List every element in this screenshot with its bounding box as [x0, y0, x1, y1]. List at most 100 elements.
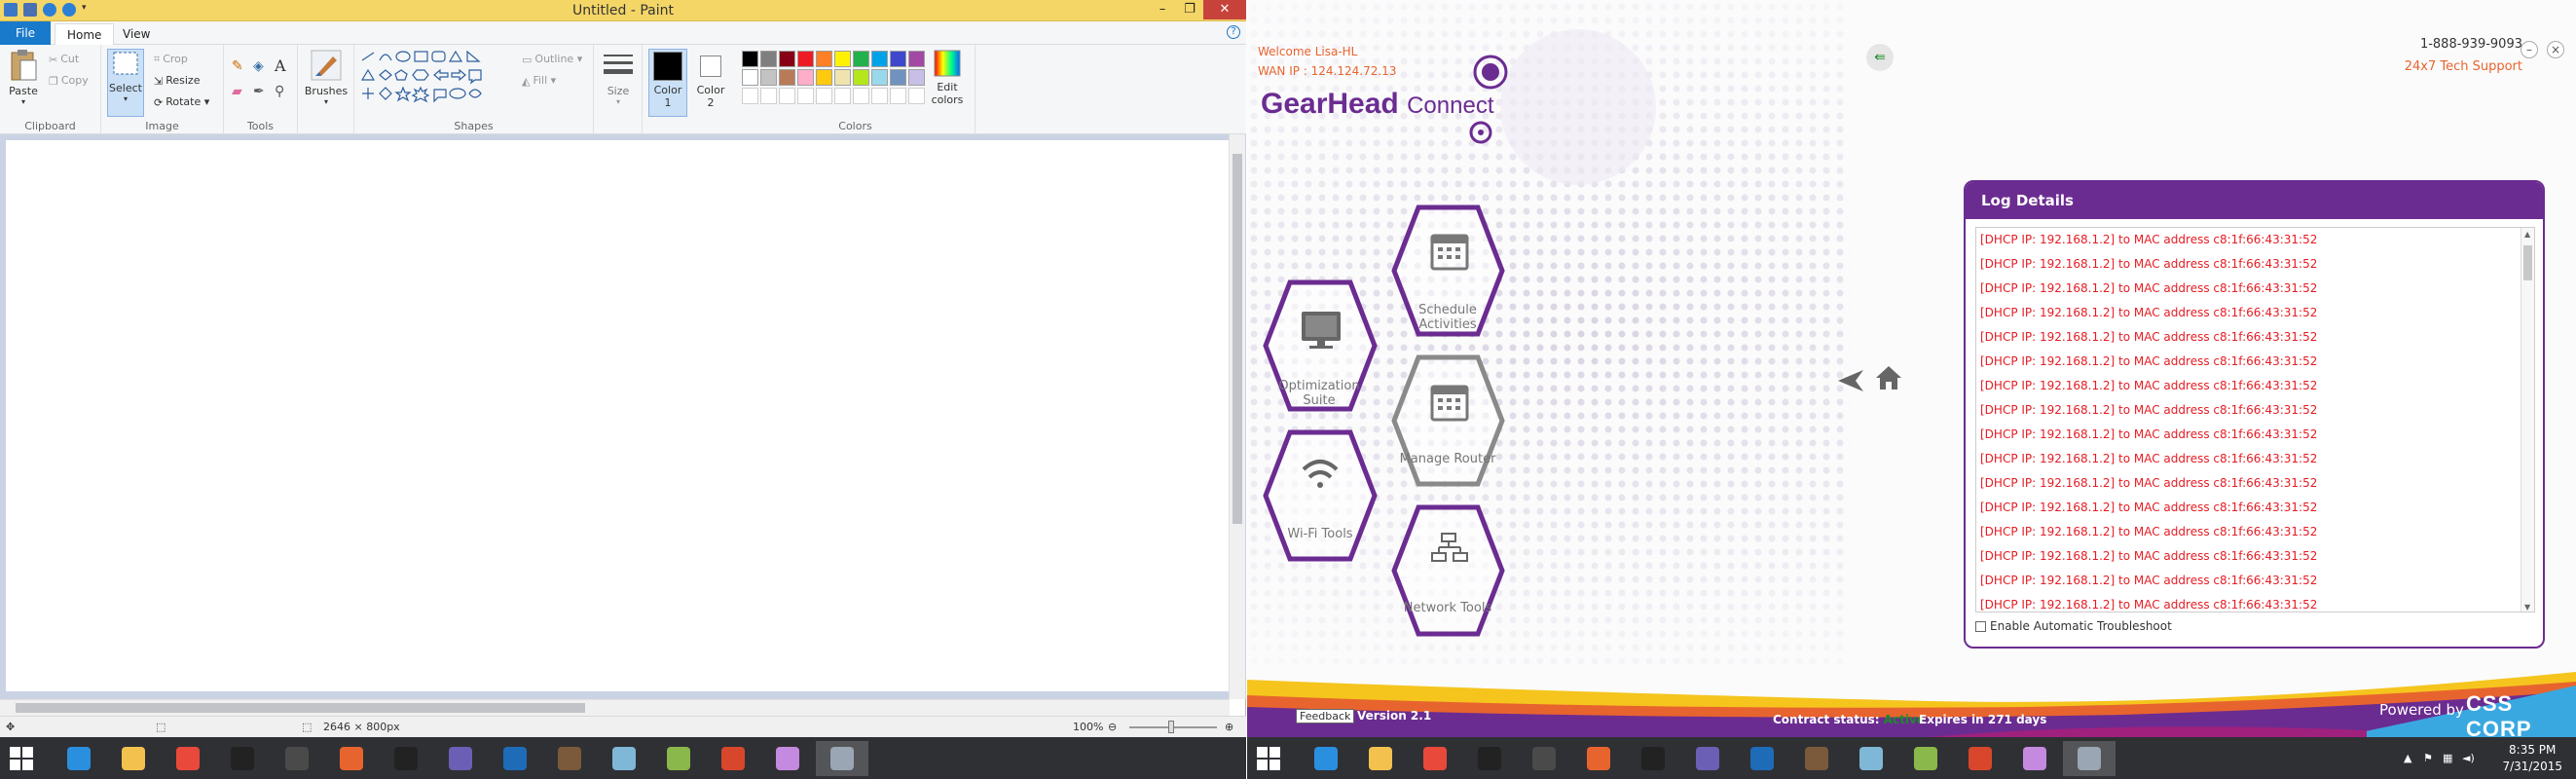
magnifier-icon[interactable]: ⚲ [275, 84, 284, 99]
palette-swatch[interactable] [871, 51, 888, 67]
taskbar-notes-button[interactable] [598, 741, 650, 776]
palette-swatch[interactable] [797, 69, 814, 86]
zoom-slider-knob[interactable] [1168, 721, 1174, 733]
outline-button[interactable]: ▭ Outline ▾ [522, 53, 582, 66]
palette-swatch[interactable] [834, 69, 851, 86]
gh-minimize-button[interactable]: – [2521, 41, 2538, 58]
palette-swatch[interactable] [742, 51, 758, 67]
palette-swatch[interactable] [760, 51, 777, 67]
color1-button[interactable]: Color 1 [648, 49, 687, 117]
vertical-scrollbar[interactable] [1229, 134, 1245, 699]
help-icon[interactable]: ? [1227, 25, 1240, 39]
palette-swatch[interactable] [853, 69, 869, 86]
taskbar-command-prompt-button[interactable] [1627, 741, 1679, 776]
cut-button[interactable]: ✂ Cut [49, 53, 79, 66]
palette-swatch[interactable] [890, 51, 906, 67]
palette-swatch[interactable] [853, 51, 869, 67]
custom-color-slot[interactable] [760, 88, 777, 104]
taskbar-lync-button[interactable] [489, 741, 541, 776]
scroll-up-icon[interactable]: ▲ [2524, 230, 2530, 239]
taskbar-notes-button[interactable] [1845, 741, 1897, 776]
taskbar-office-tool-button[interactable] [707, 741, 759, 776]
taskbar-office-tool-button[interactable] [1954, 741, 2006, 776]
custom-color-slot[interactable] [742, 88, 758, 104]
tab-view[interactable]: View [111, 23, 162, 45]
tray-overflow-icon[interactable]: ▲ [2404, 752, 2411, 764]
back-arrow-icon[interactable] [1836, 368, 1865, 393]
size-button[interactable]: Size ▾ [600, 49, 637, 106]
custom-color-slot[interactable] [779, 88, 795, 104]
gh-close-button[interactable]: × [2547, 41, 2564, 58]
custom-color-slot[interactable] [816, 88, 832, 104]
taskbar-paint-button[interactable] [1899, 741, 1952, 776]
scroll-down-icon[interactable]: ▼ [2524, 603, 2530, 612]
palette-swatch[interactable] [797, 51, 814, 67]
resize-button[interactable]: ⇲ Resize [154, 74, 200, 88]
volume-icon[interactable]: ◄) [2462, 752, 2475, 764]
minimize-button[interactable]: – [1149, 0, 1176, 19]
shapes-gallery[interactable] [360, 51, 516, 107]
taskbar-media-player-button[interactable] [761, 741, 814, 776]
close-button[interactable]: ✕ [1203, 0, 1246, 19]
taskbar-lync-button[interactable] [1736, 741, 1788, 776]
horizontal-scroll-thumb[interactable] [16, 703, 585, 713]
taskbar-firefox-button[interactable] [1572, 741, 1625, 776]
palette-swatch[interactable] [816, 69, 832, 86]
taskbar-gearhead-connect-button[interactable] [816, 741, 868, 776]
palette-swatch[interactable] [834, 51, 851, 67]
taskbar-file-explorer-button[interactable] [107, 741, 160, 776]
tab-home[interactable]: Home [55, 23, 115, 45]
taskbar-paint-button[interactable] [652, 741, 705, 776]
taskbar-command-prompt-button[interactable] [216, 741, 269, 776]
home-icon[interactable] [1875, 364, 1902, 391]
text-tool-icon[interactable]: A [275, 56, 286, 75]
taskbar-remote-tool-button[interactable] [434, 741, 487, 776]
color-picker-icon[interactable]: ✒ [253, 84, 265, 99]
palette-swatch[interactable] [890, 69, 906, 86]
vertical-scroll-thumb[interactable] [1233, 154, 1242, 524]
network-tray-icon[interactable]: ▦ [2443, 752, 2452, 764]
restore-button[interactable]: ❐ [1176, 0, 1203, 19]
taskbar-chrome-button[interactable] [1409, 741, 1461, 776]
taskbar-command-prompt-button[interactable] [1463, 741, 1516, 776]
custom-color-slot[interactable] [797, 88, 814, 104]
taskbar-media-player-button[interactable] [2008, 741, 2061, 776]
palette-swatch[interactable] [816, 51, 832, 67]
taskbar-archive-tool-button[interactable] [543, 741, 596, 776]
connection-status-icon[interactable]: ⇚ [1866, 44, 1894, 71]
taskbar-internet-explorer-button[interactable] [1300, 741, 1352, 776]
brushes-button[interactable]: Brushes ▾ [304, 49, 349, 106]
custom-color-slot[interactable] [871, 88, 888, 104]
windows-start-icon-right[interactable] [1257, 747, 1280, 770]
select-button[interactable]: Select ▾ [107, 49, 144, 117]
taskbar-sublime-text-button[interactable] [271, 741, 323, 776]
taskbar-firefox-button[interactable] [325, 741, 378, 776]
tab-file[interactable]: File [0, 21, 51, 45]
flag-icon[interactable]: ⚑ [2423, 752, 2433, 764]
taskbar-command-prompt-button[interactable] [380, 741, 432, 776]
windows-start-icon[interactable] [10, 747, 33, 770]
taskbar-internet-explorer-button[interactable] [53, 741, 105, 776]
palette-swatch[interactable] [779, 51, 795, 67]
copy-button[interactable]: ❐ Copy [49, 74, 89, 88]
taskbar-file-explorer-button[interactable] [1354, 741, 1407, 776]
palette-swatch[interactable] [871, 69, 888, 86]
taskbar-sublime-text-button[interactable] [1518, 741, 1570, 776]
log-scrollbar[interactable]: ▲ ▼ [2521, 228, 2534, 612]
taskbar-gearhead-connect-button[interactable] [2063, 741, 2116, 776]
tech-support-link[interactable]: 24x7 Tech Support [2405, 59, 2522, 74]
system-clock[interactable]: 8:35 PM 7/31/2015 [2502, 742, 2562, 775]
zoom-in-icon[interactable]: ⊕ [1225, 721, 1233, 733]
log-list[interactable]: [DHCP IP: 192.168.1.2] to MAC address c8… [1975, 227, 2535, 612]
drawing-canvas[interactable] [6, 140, 1229, 691]
fill-bucket-icon[interactable]: ◈ [253, 58, 264, 74]
custom-color-slot[interactable] [890, 88, 906, 104]
custom-color-slot[interactable] [908, 88, 925, 104]
checkbox-box[interactable] [1975, 621, 1986, 632]
taskbar-chrome-button[interactable] [162, 741, 214, 776]
custom-color-slot[interactable] [834, 88, 851, 104]
log-scroll-thumb[interactable] [2523, 245, 2532, 280]
palette-swatch[interactable] [742, 69, 758, 86]
horizontal-scrollbar[interactable] [0, 699, 1230, 716]
custom-color-slot[interactable] [853, 88, 869, 104]
